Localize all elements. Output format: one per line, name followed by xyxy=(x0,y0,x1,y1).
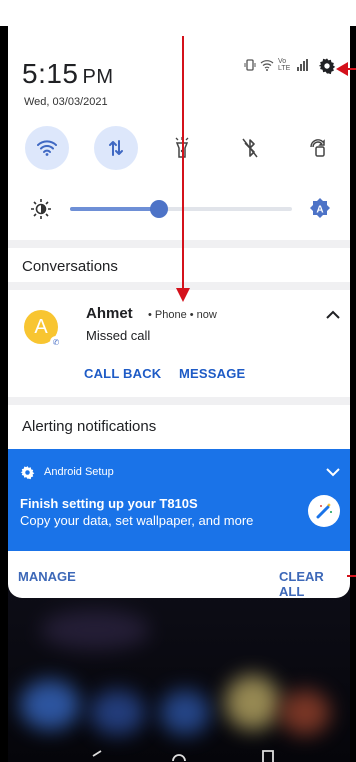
tile-auto-rotate[interactable] xyxy=(296,126,340,170)
setup-notification[interactable]: Android Setup Finish setting up your T81… xyxy=(8,449,350,551)
clock-time: 5:15 xyxy=(22,58,79,89)
date[interactable]: Wed, 03/03/2021 xyxy=(24,96,108,108)
clear-all-button[interactable]: CLEAR ALL xyxy=(279,569,350,598)
section-title-alerting: Alerting notifications xyxy=(22,418,157,435)
setup-body: Copy your data, set wallpaper, and more xyxy=(20,513,254,528)
gear-icon xyxy=(20,466,35,480)
brightness-slider-thumb[interactable] xyxy=(150,200,168,218)
setup-title: Finish setting up your T810S xyxy=(20,496,198,511)
wallpaper-blob xyxy=(225,675,280,730)
wallpaper-blob xyxy=(160,690,210,735)
back-icon[interactable] xyxy=(92,750,102,762)
quick-settings-row xyxy=(8,126,350,170)
device-frame-left xyxy=(0,0,8,762)
notification-meta: • Phone • now xyxy=(148,309,217,321)
brightness-icon xyxy=(31,199,51,219)
collapse-chevron-up-icon[interactable] xyxy=(326,310,340,320)
notification-app-name: Android Setup xyxy=(44,466,114,478)
phone-badge-icon: ✆ xyxy=(50,336,62,348)
wifi-icon xyxy=(37,140,57,156)
annotation-arrowhead-left-icon xyxy=(336,62,348,76)
signal-icon xyxy=(297,59,308,71)
notification-message: Missed call xyxy=(86,328,151,343)
device-frame-right xyxy=(350,0,356,762)
tile-mobile-data[interactable] xyxy=(94,126,138,170)
wallpaper-blob xyxy=(280,690,330,735)
call-back-button[interactable]: CALL BACK xyxy=(84,366,161,381)
wifi-calling-icon xyxy=(260,60,274,71)
bluetooth-off-icon xyxy=(242,138,258,158)
status-icons: Vo LTE xyxy=(244,58,308,72)
volte-icon: Vo LTE xyxy=(278,58,291,72)
section-title-conversations: Conversations xyxy=(22,258,118,275)
brightness-slider[interactable] xyxy=(70,200,292,218)
tile-bluetooth[interactable] xyxy=(228,126,272,170)
settings-gear-icon[interactable] xyxy=(318,57,336,75)
magic-wand-icon xyxy=(308,495,340,527)
divider xyxy=(8,397,350,405)
recents-icon[interactable] xyxy=(262,750,274,762)
navigation-bar xyxy=(0,744,356,762)
wallpaper-blob xyxy=(40,610,150,650)
divider xyxy=(8,240,350,248)
wallpaper-blob xyxy=(90,690,145,735)
message-button[interactable]: MESSAGE xyxy=(179,366,245,381)
annotation-arrowhead-down-icon xyxy=(176,288,190,302)
tile-wifi[interactable] xyxy=(25,126,69,170)
annotation-line-clear-all xyxy=(347,575,356,577)
rotate-icon xyxy=(310,139,325,157)
clock-ampm: PM xyxy=(82,66,114,88)
auto-brightness-icon[interactable]: A xyxy=(309,197,331,221)
notification-sender: Ahmet xyxy=(86,305,133,322)
data-arrows-icon xyxy=(109,140,123,156)
home-icon[interactable] xyxy=(172,748,186,762)
brightness-row: A xyxy=(8,192,350,224)
wallpaper-blob xyxy=(20,680,80,730)
expand-chevron-down-icon[interactable] xyxy=(326,468,340,477)
brightness-slider-fill xyxy=(70,207,159,211)
clock[interactable]: 5:15 PM xyxy=(22,58,114,90)
annotation-vertical-arrow-line xyxy=(182,36,184,296)
manage-button[interactable]: MANAGE xyxy=(18,569,76,584)
vibrate-icon xyxy=(244,59,256,71)
auto-brightness-label: A xyxy=(316,205,323,216)
